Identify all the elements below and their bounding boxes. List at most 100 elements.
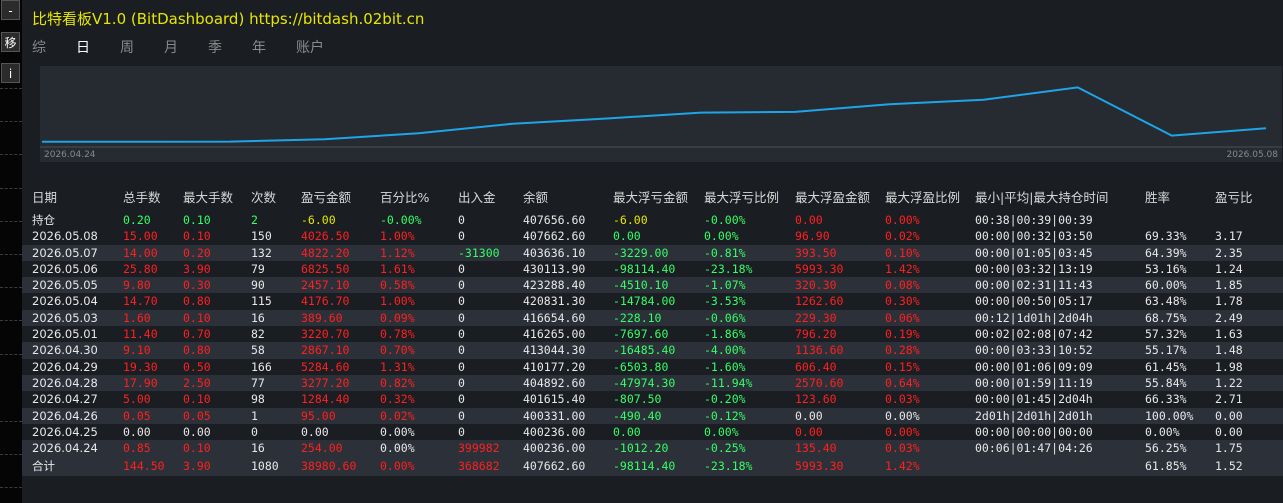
- table-row[interactable]: 2026.05.08 15.00 0.10 150 4026.50 1.00% 0 40766…: [22, 228, 1283, 245]
- summary-cell: 合计: [32, 459, 55, 474]
- table-cell: 0.10: [183, 441, 211, 456]
- table-cell: 0: [458, 213, 465, 227]
- table-cell: 98: [251, 392, 265, 407]
- tab-2[interactable]: 周: [120, 37, 164, 57]
- table-cell: 2026.05.06: [32, 261, 98, 276]
- grid-line: [0, 354, 22, 355]
- grid-line: [0, 221, 22, 222]
- table-cell: 0.00: [613, 424, 641, 439]
- table-cell: -7697.60: [613, 327, 669, 342]
- table-cell: 0.00%: [1145, 424, 1180, 439]
- table-row[interactable]: 2026.05.06 25.80 3.90 79 6825.50 1.61% 0 430113…: [22, 260, 1283, 278]
- table-row[interactable]: 2026.04.26 0.05 0.05 1 95.00 0.02% 0 400331.00 -…: [22, 407, 1283, 424]
- minimize-button[interactable]: -: [1, 0, 20, 20]
- table-row[interactable]: 2026.04.27 5.00 0.10 98 1284.40 0.32% 0 401615.…: [22, 391, 1283, 408]
- summary-cell: 368682: [458, 459, 500, 474]
- table-cell: -3.53%: [704, 294, 746, 309]
- table-cell: 0.80: [183, 343, 211, 358]
- table-cell: -228.10: [613, 310, 662, 325]
- table-cell: 404892.60: [523, 375, 586, 390]
- table-cell: 0: [458, 310, 465, 325]
- table-cell: 1.12%: [380, 245, 415, 260]
- table-cell: 63.48%: [1145, 294, 1187, 309]
- tab-3[interactable]: 月: [164, 37, 208, 57]
- table-cell: -0.81%: [704, 245, 746, 260]
- table-cell: 0.03%: [885, 392, 920, 407]
- table-cell: 400236.00: [523, 441, 586, 456]
- table-row[interactable]: 2026.04.28 17.90 2.50 77 3277.20 0.82% 0 404892…: [22, 374, 1283, 392]
- table-cell: 0.30: [183, 278, 211, 293]
- table-cell: 0.03%: [885, 441, 920, 456]
- table-cell: 2457.10: [301, 278, 350, 293]
- table-cell: 132: [251, 245, 272, 260]
- move-button[interactable]: 移: [1, 32, 20, 52]
- table-row[interactable]: 2026.05.01 11.40 0.70 82 3220.70 0.78% 0 416265…: [22, 326, 1283, 343]
- table-cell: 0.00: [301, 424, 329, 439]
- table-row[interactable]: 2026.05.07 14.00 0.20 132 4822.20 1.12% -31300…: [22, 244, 1283, 261]
- tab-1[interactable]: 日: [76, 37, 120, 57]
- table-cell: 413044.30: [523, 343, 586, 358]
- grid-line: [0, 320, 22, 321]
- table-cell: 0.00%: [885, 213, 920, 227]
- column-header: 最大浮盈金额: [795, 190, 871, 205]
- table-cell: 69.33%: [1145, 229, 1187, 244]
- summary-cell: 61.85%: [1145, 459, 1187, 474]
- table-cell: 0: [251, 424, 258, 439]
- table-cell: 2.49: [1215, 310, 1243, 325]
- summary-cell: -98114.40: [613, 459, 676, 474]
- column-header: 最小|平均|最大持仓时间: [975, 190, 1109, 205]
- table-cell: 0.64%: [885, 375, 920, 390]
- table-cell: 6825.50: [301, 261, 350, 276]
- table-cell: 606.40: [795, 359, 837, 374]
- table-cell: -98114.40: [613, 261, 676, 276]
- table-cell: 00:00|00:00|00:00: [975, 424, 1093, 439]
- table-cell: 2026.04.24: [32, 441, 98, 456]
- table-cell: -0.20%: [704, 392, 746, 407]
- tab-6[interactable]: 账户: [296, 37, 340, 57]
- table-row[interactable]: 2026.05.05 9.80 0.30 90 2457.10 0.58% 0 423288.…: [22, 277, 1283, 294]
- table-cell: 0: [458, 375, 465, 390]
- table-cell: 1.78: [1215, 294, 1243, 309]
- table-row[interactable]: 2026.04.24 0.85 0.10 16 254.00 0.00% 399982 400…: [22, 440, 1283, 457]
- table-cell: 2867.10: [301, 343, 350, 358]
- table-cell: 66.33%: [1145, 392, 1187, 407]
- table-row[interactable]: 2026.05.03 1.60 0.10 16 389.60 0.09% 0 416654.6…: [22, 309, 1283, 327]
- table-row[interactable]: 2026.05.04 14.70 0.80 115 4176.70 1.00% 0 42083…: [22, 293, 1283, 310]
- table-row[interactable]: 2026.04.25 0.00 0.00 0 0.00 0.00% 0 400236.00 0.…: [22, 423, 1283, 441]
- table-row[interactable]: 2026.04.30 9.10 0.80 58 2867.10 0.70% 0 413044.…: [22, 342, 1283, 359]
- table-cell: 0: [458, 424, 465, 439]
- table-row[interactable]: 2026.04.29 19.30 0.50 166 5284.60 1.31% 0 41017…: [22, 358, 1283, 375]
- table-cell: 00:00|03:32|13:19: [975, 261, 1093, 276]
- table-cell: 55.17%: [1145, 343, 1187, 358]
- table-cell: 796.20: [795, 327, 837, 342]
- position-row[interactable]: 持仓 0.20 0.10 2 -6.00 -0.00% 0 407656.60 -6.00 -0.…: [22, 212, 1283, 229]
- table-cell: 3.90: [183, 261, 211, 276]
- table-cell: 82: [251, 327, 265, 342]
- column-header: 总手数: [123, 190, 161, 205]
- table-cell: 0: [458, 294, 465, 309]
- tab-4[interactable]: 季: [208, 37, 252, 57]
- table-cell: -14784.00: [613, 294, 676, 309]
- table-cell: 持仓: [32, 213, 55, 227]
- table-cell: 61.45%: [1145, 359, 1187, 374]
- table-cell: 0.28%: [885, 343, 920, 358]
- table-cell: 0.20: [123, 213, 151, 227]
- table-cell: 0.00%: [885, 424, 920, 439]
- table-cell: 0: [458, 278, 465, 293]
- table-cell: 430113.90: [523, 261, 586, 276]
- table-cell: 0.00: [1215, 424, 1243, 439]
- table-cell: 2: [251, 213, 258, 227]
- table-cell: 14.00: [123, 245, 158, 260]
- summary-cell: 1.42%: [885, 459, 920, 474]
- table-cell: 135.40: [795, 441, 837, 456]
- table-cell: 2026.05.05: [32, 278, 98, 293]
- table-cell: 423288.40: [523, 278, 586, 293]
- tab-0[interactable]: 综: [32, 37, 76, 57]
- summary-row: 合计 144.50 3.90 1080 38980.60 0.00% 368682 40766…: [22, 456, 1283, 477]
- tab-5[interactable]: 年: [252, 37, 296, 57]
- table-cell: -1.60%: [704, 359, 746, 374]
- table-cell: 11.40: [123, 327, 158, 342]
- info-button[interactable]: i: [1, 63, 20, 83]
- table-cell: 1.42%: [885, 261, 920, 276]
- equity-chart: 2026.04.24 2026.05.08: [40, 66, 1282, 162]
